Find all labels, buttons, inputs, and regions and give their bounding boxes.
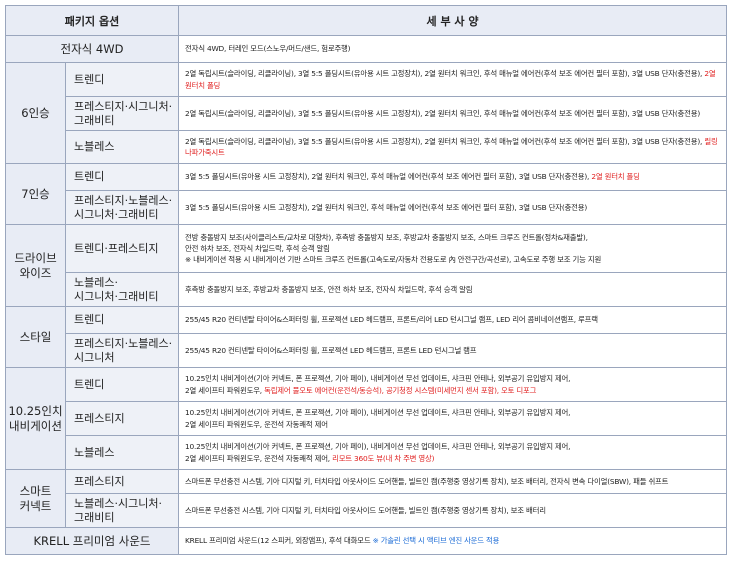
table-row: 전자식 4WD 전자식 4WD, 터레인 모드(스노우/머드/샌드, 험로주행) [5, 35, 727, 63]
table-row: 노블레스· 시그니처·그래비티 후측방 충돌방지 보조, 후방교차 충돌방지 보조… [6, 272, 727, 307]
option-drivewise: 드라이브 와이즈 [5, 224, 66, 307]
option-krell: KRELL 프리미엄 사운드 [5, 527, 179, 555]
table-row: 6인승 트렌디 2열 독립시트(슬라이딩, 리클라이닝), 3열 5:5 폴딩시… [5, 62, 727, 164]
trim-connect-prestige: 프레스티지 [65, 469, 179, 494]
trim-connect-noblesse: 노블레스·시그니처· 그래비티 [65, 493, 179, 528]
header-spec: 세 부 사 양 [178, 5, 727, 36]
spec-7seat-prestige: 3열 5:5 폴딩시트(유아용 시트 고정장치), 2열 원터치 워크인, 후석… [178, 190, 727, 225]
trim-navi-prestige: 프레스티지 [65, 401, 179, 436]
option-style: 스타일 [5, 306, 66, 368]
trim-6seat-trendy: 트렌디 [65, 62, 179, 97]
package-options-table: 패키지 옵션 세 부 사 양 전자식 4WD 전자식 4WD, 터레인 모드(스… [5, 5, 727, 555]
table-row: 스타일 트렌디 255/45 R20 컨티넨탈 타이어&스퍼터링 휠, 프로젝션… [5, 306, 727, 368]
option-6seat: 6인승 [5, 62, 66, 164]
option-smart-connect: 스마트 커넥트 [5, 469, 66, 528]
table-row: 노블레스·시그니처· 그래비티 스마트폰 무선충전 시스템, 기아 디지털 키, … [6, 493, 727, 528]
trim-drivewise-noblesse: 노블레스· 시그니처·그래비티 [65, 272, 179, 307]
table-row: 프레스티지·시그니처· 그래비티 2열 독립시트(슬라이딩, 리클라이닝), 3열… [6, 96, 727, 131]
table-row: 10.25인치 내비게이션 트렌디 10.25인치 내비게이션(기아 커넥트, 폰… [5, 367, 727, 470]
table-row: 프레스티지 10.25인치 내비게이션(기아 커넥트, 폰 프로젝션, 기아 페… [6, 401, 727, 436]
table-row: 노블레스 2열 독립시트(슬라이딩, 리클라이닝), 3열 5:5 폴딩시트(유… [6, 130, 727, 164]
trim-7seat-prestige: 프레스티지·노블레스· 시그니처·그래비티 [65, 190, 179, 225]
trim-navi-noblesse: 노블레스 [65, 435, 179, 470]
spec-6seat-noblesse: 2열 독립시트(슬라이딩, 리클라이닝), 3열 5:5 폴딩시트(유아용 시트… [178, 130, 727, 164]
table-row: 드라이브 와이즈 트렌디·프레스티지 전방 충돌방지 보조(사이클리스트/교차로 … [5, 224, 727, 307]
option-4wd: 전자식 4WD [5, 35, 179, 63]
spec-connect-prestige: 스마트폰 무선충전 시스템, 기아 디지털 키, 터치타입 아웃사이드 도어핸들… [178, 469, 727, 494]
table-header-row: 패키지 옵션 세 부 사 양 [5, 5, 727, 36]
trim-drivewise-trendy: 트렌디·프레스티지 [65, 224, 179, 273]
option-7seat: 7인승 [5, 163, 66, 225]
spec-style-trendy: 255/45 R20 컨티넨탈 타이어&스퍼터링 휠, 프로젝션 LED 헤드램… [178, 306, 727, 334]
spec-6seat-trendy: 2열 독립시트(슬라이딩, 리클라이닝), 3열 5:5 폴딩시트(유아용 시트… [178, 62, 727, 97]
spec-navi-prestige: 10.25인치 내비게이션(기아 커넥트, 폰 프로젝션, 기아 페이), 내비… [178, 401, 727, 436]
table-row: 프레스티지·노블레스· 시그니처·그래비티 3열 5:5 폴딩시트(유아용 시트 … [6, 190, 727, 225]
spec-connect-noblesse: 스마트폰 무선충전 시스템, 기아 디지털 키, 터치타입 아웃사이드 도어핸들… [178, 493, 727, 528]
trim-6seat-noblesse: 노블레스 [65, 130, 179, 164]
trim-7seat-trendy: 트렌디 [65, 163, 179, 191]
trim-style-trendy: 트렌디 [65, 306, 179, 334]
header-package-option: 패키지 옵션 [5, 5, 179, 36]
spec-krell: KRELL 프리미엄 사운드(12 스피커, 외장앰프), 후석 대화모드 ※ … [178, 527, 727, 555]
spec-6seat-prestige: 2열 독립시트(슬라이딩, 리클라이닝), 3열 5:5 폴딩시트(유아용 시트… [178, 96, 727, 131]
spec-7seat-trendy: 3열 5:5 폴딩시트(유아용 시트 고정장치), 2열 원터치 워크인, 후석… [178, 163, 727, 191]
trim-style-prestige: 프레스티지·노블레스· 시그니처 [65, 333, 179, 368]
table-row: KRELL 프리미엄 사운드 KRELL 프리미엄 사운드(12 스피커, 외장… [5, 527, 727, 555]
spec-style-prestige: 255/45 R20 컨티넨탈 타이어&스퍼터링 휠, 프로젝션 LED 헤드램… [178, 333, 727, 368]
spec-navi-noblesse: 10.25인치 내비게이션(기아 커넥트, 폰 프로젝션, 기아 페이), 내비… [178, 435, 727, 470]
table-row: 7인승 트렌디 3열 5:5 폴딩시트(유아용 시트 고정장치), 2열 원터치… [5, 163, 727, 225]
spec-4wd: 전자식 4WD, 터레인 모드(스노우/머드/샌드, 험로주행) [178, 35, 727, 63]
table-row: 프레스티지·노블레스· 시그니처 255/45 R20 컨티넨탈 타이어&스퍼터링… [6, 333, 727, 368]
table-row: 노블레스 10.25인치 내비게이션(기아 커넥트, 폰 프로젝션, 기아 페이… [6, 435, 727, 470]
trim-navi-trendy: 트렌디 [65, 367, 179, 402]
table-row: 스마트 커넥트 프레스티지 스마트폰 무선충전 시스템, 기아 디지털 키, 터치… [5, 469, 727, 528]
spec-navi-trendy: 10.25인치 내비게이션(기아 커넥트, 폰 프로젝션, 기아 페이), 내비… [178, 367, 727, 402]
trim-6seat-prestige: 프레스티지·시그니처· 그래비티 [65, 96, 179, 131]
spec-drivewise-trendy: 전방 충돌방지 보조(사이클리스트/교차로 대향차), 후측방 충돌방지 보조,… [178, 224, 727, 273]
option-navigation: 10.25인치 내비게이션 [5, 367, 66, 470]
spec-drivewise-noblesse: 후측방 충돌방지 보조, 후방교차 충돌방지 보조, 안전 하차 보조, 전자식… [178, 272, 727, 307]
